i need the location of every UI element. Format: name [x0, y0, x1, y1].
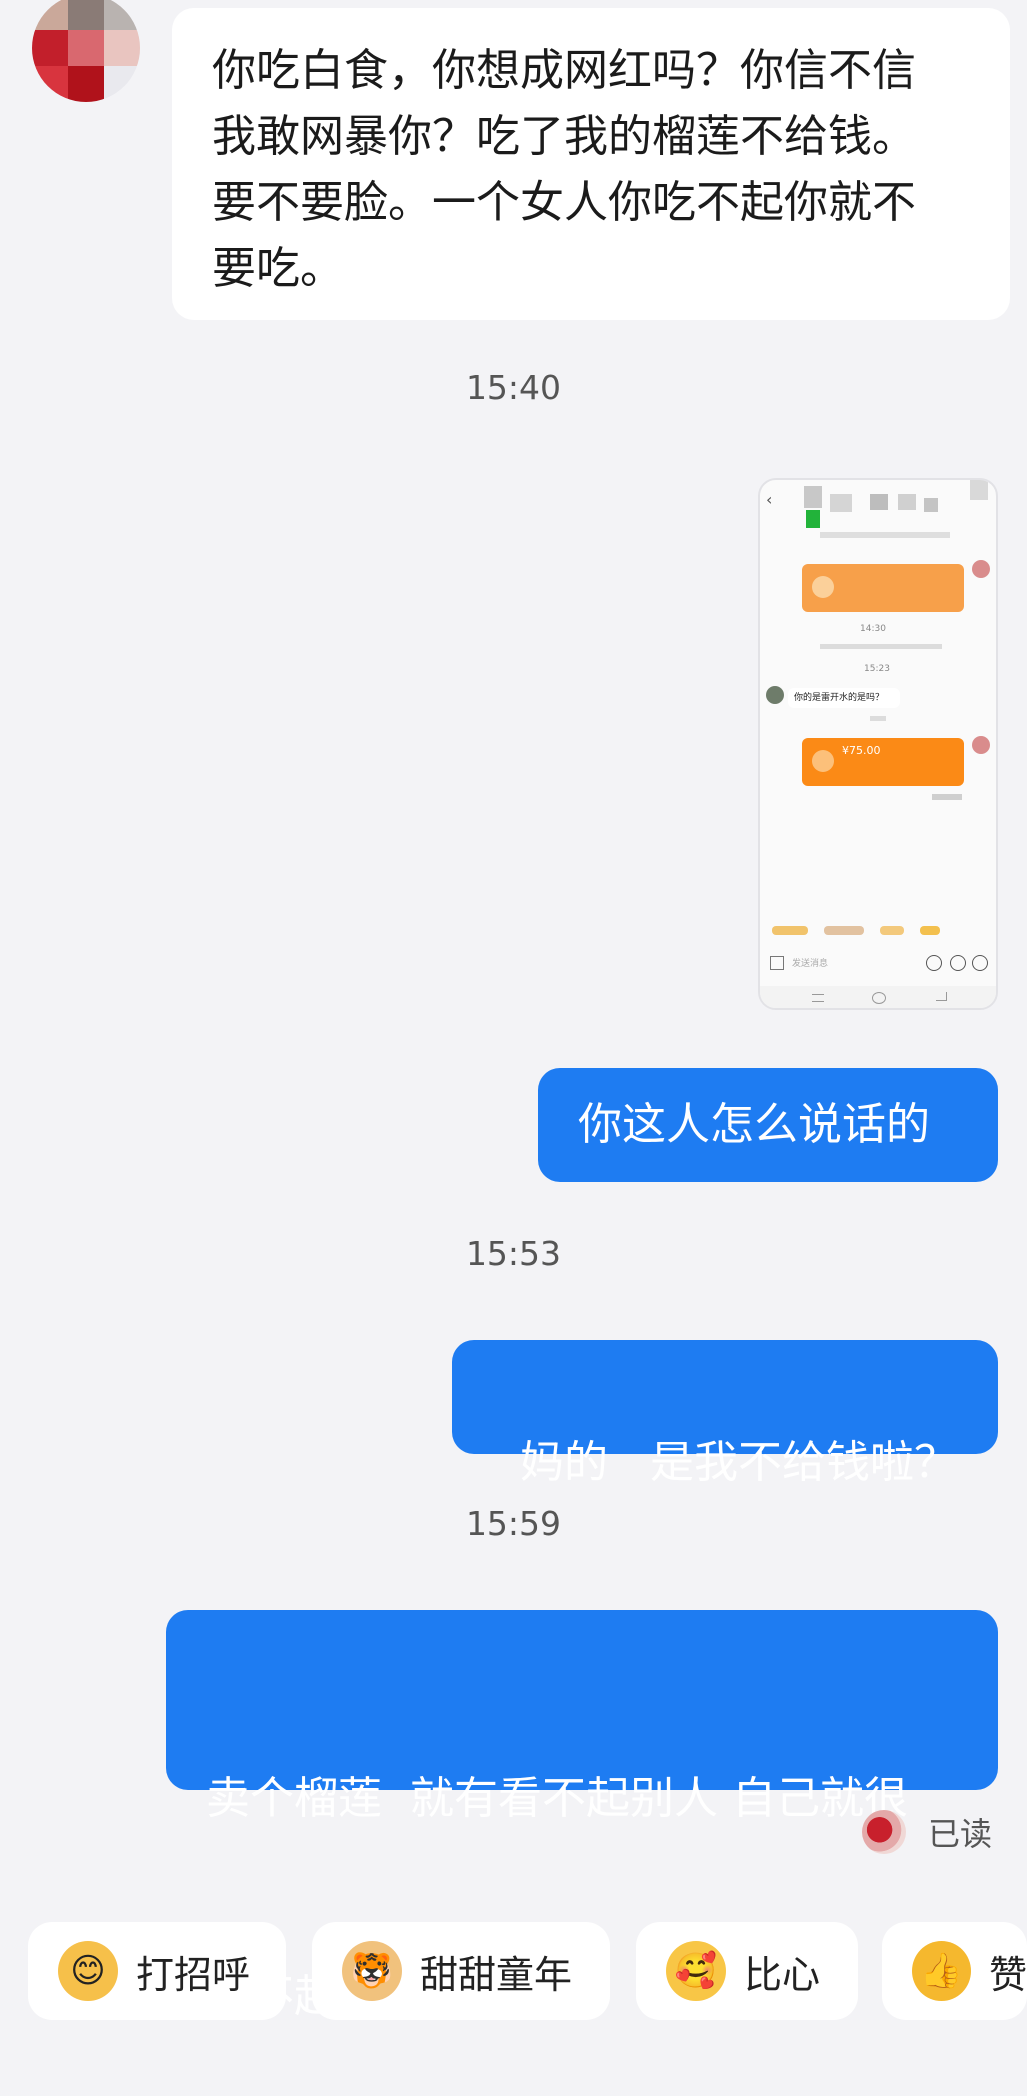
timestamp: 15:59 [465, 1504, 562, 1543]
payment-card [802, 564, 964, 612]
quick-reply-label: 赞 [988, 1952, 1027, 1997]
back-icon: ‹ [766, 490, 773, 509]
timestamp: 15:53 [465, 1234, 562, 1273]
incoming-message-bubble[interactable]: 你吃白食，你想成网红吗？你信不信 我敢网暴你？吃了我的榴莲不给钱。 要不要脸。一… [172, 8, 1010, 320]
quick-reply-label: 甜甜童年 [420, 1952, 573, 1997]
thumb-time: 14:30 [860, 624, 886, 634]
quick-reply-greet[interactable]: 😊 打招呼 [28, 1922, 286, 2020]
quick-reply-heart[interactable]: 🥰 比心 [636, 1922, 858, 2020]
heart-hand-icon: 🥰 [666, 1941, 726, 2001]
outgoing-message-text: 你这人怎么说话的 [578, 1099, 930, 1150]
outgoing-message-line: 卖个榴莲 就有看不起别人 自己就很 [206, 1773, 908, 1824]
contact-avatar[interactable] [32, 0, 140, 102]
outgoing-message-bubble[interactable]: 你这人怎么说话的 [538, 1068, 998, 1182]
thumb-time: 15:23 [864, 664, 890, 674]
outgoing-message-bubble[interactable]: 妈的 是我不给钱啦？ [452, 1340, 998, 1488]
thumbs-up-icon: 👍 [912, 1941, 971, 2001]
incoming-message-line: 你吃白食，你想成网红吗？你信不信 [212, 45, 916, 96]
quick-reply-sweet-childhood[interactable]: 🐯 甜甜童年 [312, 1922, 610, 2020]
tiger-icon: 🐯 [342, 1941, 402, 2001]
incoming-message-line: 要吃。 [212, 243, 344, 294]
read-receipt: 已读 [862, 1808, 992, 1856]
outgoing-message-text: 妈的 是我不给钱啦？ [519, 1437, 958, 1488]
outgoing-message-bubble[interactable]: 卖个榴莲 就有看不起别人 自己就很 了不起？ [166, 1610, 998, 2022]
receiver-avatar [862, 1810, 906, 1854]
quick-reply-label: 比心 [744, 1952, 821, 1997]
thumb-question: 你的是雷开水的是吗？ [788, 688, 900, 708]
smile-icon: 😊 [58, 1941, 118, 2001]
timestamp: 15:40 [465, 368, 562, 407]
incoming-message-line: 我敢网暴你？吃了我的榴莲不给钱。 [212, 111, 916, 162]
quick-reply-like[interactable]: 👍 赞 [882, 1922, 1027, 2020]
thumb-input: 发送消息 [792, 959, 829, 969]
quick-reply-label: 打招呼 [136, 1952, 251, 1997]
payment-card: ¥75.00 [802, 738, 964, 786]
read-status-label: 已读 [928, 1815, 993, 1853]
incoming-message-line: 要不要脸。一个女人你吃不起你就不 [212, 177, 916, 228]
screenshot-image-message[interactable]: ‹ 14:30 15:23 你的是雷开水的是吗？ ¥75.00 发送消息 [758, 478, 998, 1010]
thumb-amount: ¥75.00 [842, 744, 881, 757]
